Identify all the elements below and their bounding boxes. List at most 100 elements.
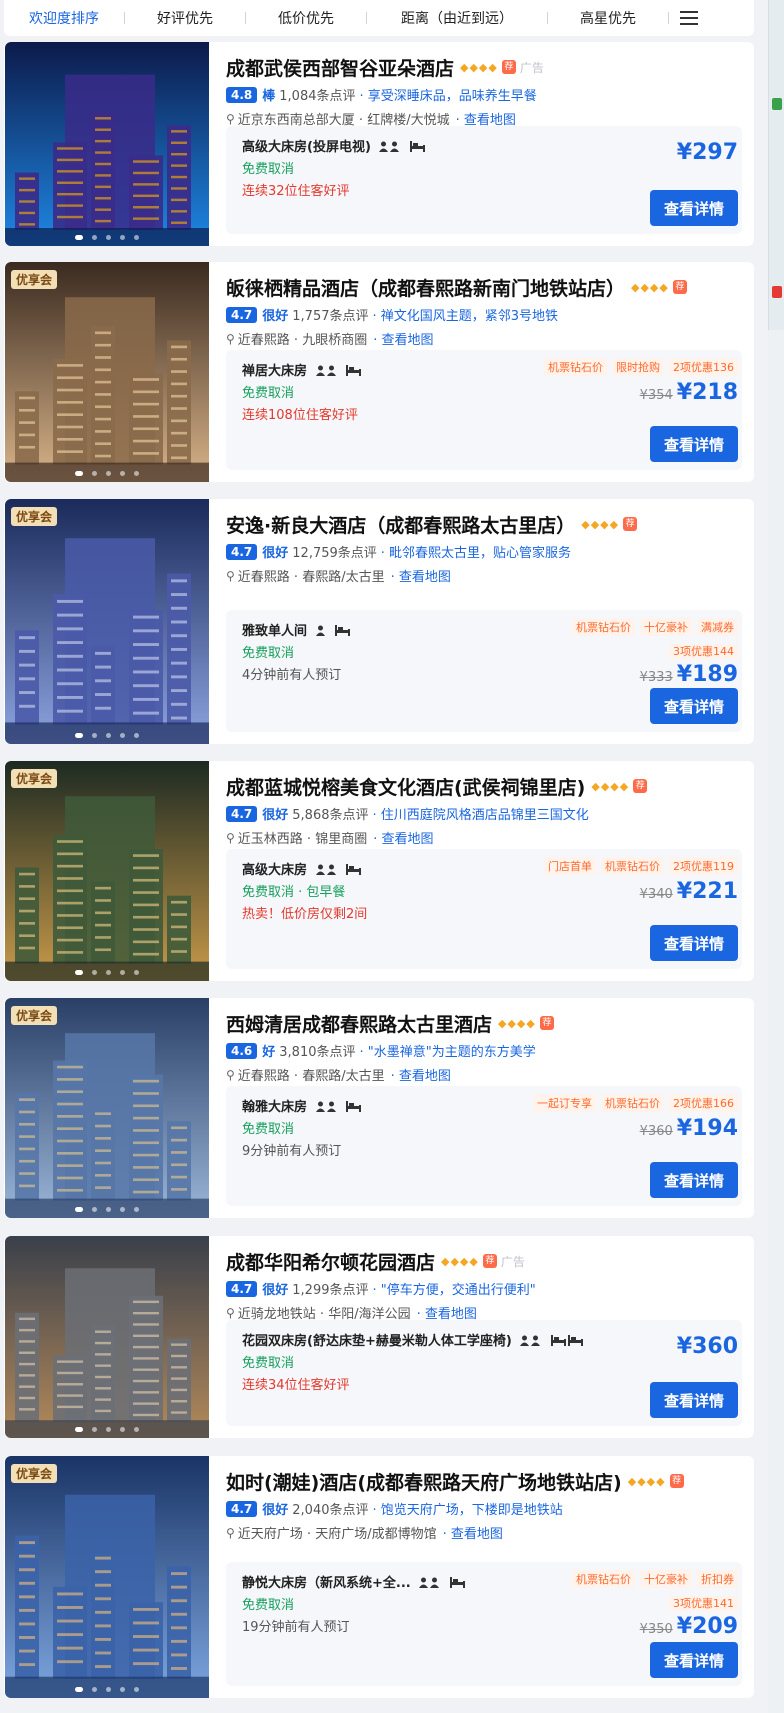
hotel-name[interactable]: 如时(潮娃)酒店(成都春熙路天府广场地铁站店): [226, 1468, 622, 1495]
sort-popularity[interactable]: 欢迎度排序: [4, 8, 124, 28]
image-carousel-dots: [5, 1687, 209, 1692]
view-details-button[interactable]: 查看详情: [650, 1382, 738, 1418]
star-rating-icon: ◆◆◆◆: [441, 1254, 479, 1268]
review-count[interactable]: 1,299条点评: [292, 1279, 368, 1298]
score-badge: 4.6: [226, 1042, 258, 1059]
room-offer[interactable]: 禅居大床房 免费取消 连续108位住客好评 机票钻石价 限时抢购 2项优惠136 ¥…: [226, 350, 742, 470]
recommend-badge-icon: 荐: [669, 1474, 684, 1488]
view-details-button[interactable]: 查看详情: [650, 1642, 738, 1678]
view-details-button[interactable]: 查看详情: [650, 1162, 738, 1198]
original-price: ¥350: [639, 1622, 673, 1637]
guest-icon: [379, 140, 401, 155]
guest-icon: [419, 1576, 441, 1591]
ad-label: 广告: [500, 1254, 525, 1269]
view-map-link[interactable]: · 查看地图: [443, 1523, 503, 1542]
review-count[interactable]: 2,040条点评: [292, 1499, 368, 1518]
star-rating-icon: ◆◆◆◆: [631, 280, 669, 294]
current-price: ¥221: [676, 879, 738, 904]
hotel-photo: [5, 499, 209, 744]
hotel-name[interactable]: 成都蓝城悦榕美食文化酒店(武侯祠锦里店): [226, 773, 585, 800]
hotel-photo: [5, 1236, 209, 1438]
review-count[interactable]: 5,868条点评: [292, 804, 368, 823]
bed-icon: [550, 1334, 585, 1349]
sort-star-rating[interactable]: 高星优先: [548, 8, 668, 28]
recommend-badge-icon: 荐: [633, 779, 648, 793]
promo-tags: 机票钻石价 十亿豪补 满减券: [572, 618, 738, 636]
hotel-image[interactable]: 优享会: [5, 499, 209, 744]
hotel-card[interactable]: 优享会 成都蓝城悦榕美食文化酒店(武侯祠锦里店) ◆◆◆◆ 荐 4.7 很好 5…: [4, 761, 754, 981]
hotel-card[interactable]: 优享会 如时(潮娃)酒店(成都春熙路天府广场地铁站店) ◆◆◆◆ 荐 4.7 很…: [4, 1456, 754, 1698]
recommend-badge-icon: 荐: [672, 280, 687, 294]
review-count[interactable]: 3,810条点评: [279, 1041, 355, 1060]
guest-icon: [315, 624, 327, 639]
view-details-button[interactable]: 查看详情: [650, 688, 738, 724]
hotel-card[interactable]: 成都武侯西部智谷亚朵酒店 ◆◆◆◆ 荐 广告 4.8 棒 1,084条点评 · …: [4, 42, 754, 246]
hotel-card[interactable]: 优享会 西姆清居成都春熙路太古里酒店 ◆◆◆◆ 荐 4.6 好 3,810条点评…: [4, 998, 754, 1218]
promo-tag: 十亿豪补: [640, 1570, 692, 1588]
score-badge: 4.7: [226, 1500, 258, 1517]
map-panel-edge[interactable]: [768, 0, 784, 1713]
view-map-link[interactable]: · 查看地图: [391, 1065, 451, 1084]
bed-icon: [346, 1100, 363, 1115]
review-count[interactable]: 1,084条点评: [279, 85, 355, 104]
filter-menu-button[interactable]: [669, 11, 709, 25]
hotel-card[interactable]: 成都华阳希尔顿花园酒店 ◆◆◆◆ 荐 广告 4.7 很好 1,299条点评 · …: [4, 1236, 754, 1438]
sort-distance[interactable]: 距离（由近到远）: [367, 8, 547, 28]
hotel-image[interactable]: [5, 42, 209, 246]
view-details-button[interactable]: 查看详情: [650, 925, 738, 961]
hotel-image[interactable]: 优享会: [5, 761, 209, 981]
map-preview: [768, 0, 784, 330]
hotel-name[interactable]: 皈徕栖精品酒店（成都春熙路新南门地铁站店）: [226, 274, 625, 301]
hotel-image[interactable]: 优享会: [5, 1456, 209, 1698]
price: ¥340 ¥221: [640, 879, 738, 904]
image-carousel-dots: [5, 1207, 209, 1212]
room-offer[interactable]: 翰雅大床房 免费取消 9分钟前有人预订 一起订专享 机票钻石价 2项优惠166 ¥3…: [226, 1086, 742, 1206]
promo-tag: 机票钻石价: [572, 618, 635, 636]
room-offer[interactable]: 静悦大床房（新风系统+全... 免费取消 19分钟前有人预订 机票钻石价 十亿豪补…: [226, 1562, 742, 1686]
hotel-name[interactable]: 安逸·新良大酒店（成都春熙路太古里店）: [226, 511, 575, 538]
current-price: ¥209: [676, 1614, 738, 1639]
bed-icon: [409, 140, 427, 155]
room-offer[interactable]: 高级大床房(投屏电视) 免费取消 连续32位住客好评 ¥297 查看详情: [226, 126, 742, 234]
location-pin-icon: ⚲: [226, 1525, 235, 1540]
hotel-name[interactable]: 成都武侯西部智谷亚朵酒店: [226, 54, 454, 81]
free-cancel-label: 免费取消: [242, 1122, 295, 1137]
score-badge: 4.7: [226, 1280, 258, 1297]
current-price: ¥297: [676, 140, 738, 165]
sort-low-price[interactable]: 低价优先: [246, 8, 366, 28]
hotel-image[interactable]: 优享会: [5, 998, 209, 1218]
room-offer[interactable]: 花园双床房(舒达床垫+赫曼米勒人体工学座椅) 免费取消 连续34位住客好评 ¥3…: [226, 1320, 742, 1426]
hotel-image[interactable]: 优享会: [5, 262, 209, 482]
price: ¥360: [677, 1334, 738, 1359]
booking-note: 9分钟前有人预订: [242, 1144, 342, 1159]
view-map-link[interactable]: · 查看地图: [391, 566, 451, 585]
recommend-badge-icon: 荐: [482, 1254, 497, 1268]
guest-icon: [315, 1100, 338, 1115]
ad-label: 广告: [519, 60, 544, 75]
view-details-button[interactable]: 查看详情: [650, 426, 738, 462]
review-count[interactable]: 12,759条点评: [292, 542, 377, 561]
hotel-card[interactable]: 优享会 皈徕栖精品酒店（成都春熙路新南门地铁站店） ◆◆◆◆ 荐 4.7 很好 …: [4, 262, 754, 482]
room-offer[interactable]: 高级大床房 免费取消 · 包早餐 热卖！低价房仅剩2间 门店首单 机票钻石价 2项优…: [226, 849, 742, 969]
hotel-photo: [5, 998, 209, 1218]
hotel-info: 成都蓝城悦榕美食文化酒店(武侯祠锦里店) ◆◆◆◆ 荐 4.7 很好 5,868…: [226, 773, 742, 847]
discount-tag: 3项优惠144: [669, 644, 738, 659]
review-count[interactable]: 1,757条点评: [292, 305, 368, 324]
booking-note: 19分钟前有人预订: [242, 1620, 350, 1635]
view-details-button[interactable]: 查看详情: [650, 190, 738, 226]
view-map-link[interactable]: · 查看地图: [373, 329, 433, 348]
rating-level: 很好: [262, 546, 289, 561]
room-type: 静悦大床房（新风系统+全...: [242, 1572, 467, 1591]
guest-icon: [520, 1334, 542, 1349]
view-map-link[interactable]: · 查看地图: [373, 828, 433, 847]
bed-icon: [346, 863, 363, 878]
sort-rating[interactable]: 好评优先: [125, 8, 245, 28]
hotel-photo: [5, 761, 209, 981]
promo-tag: 2项优惠119: [669, 857, 738, 875]
hotel-name[interactable]: 成都华阳希尔顿花园酒店: [226, 1248, 435, 1275]
hotel-name[interactable]: 西姆清居成都春熙路太古里酒店: [226, 1010, 492, 1037]
booking-note: 连续34位住客好评: [242, 1378, 350, 1393]
hotel-card[interactable]: 优享会 安逸·新良大酒店（成都春熙路太古里店） ◆◆◆◆ 荐 4.7 很好 12…: [4, 499, 754, 744]
hotel-image[interactable]: [5, 1236, 209, 1438]
room-offer[interactable]: 雅致单人间 免费取消 4分钟前有人预订 机票钻石价 十亿豪补 满减券 3项优惠144 …: [226, 610, 742, 732]
